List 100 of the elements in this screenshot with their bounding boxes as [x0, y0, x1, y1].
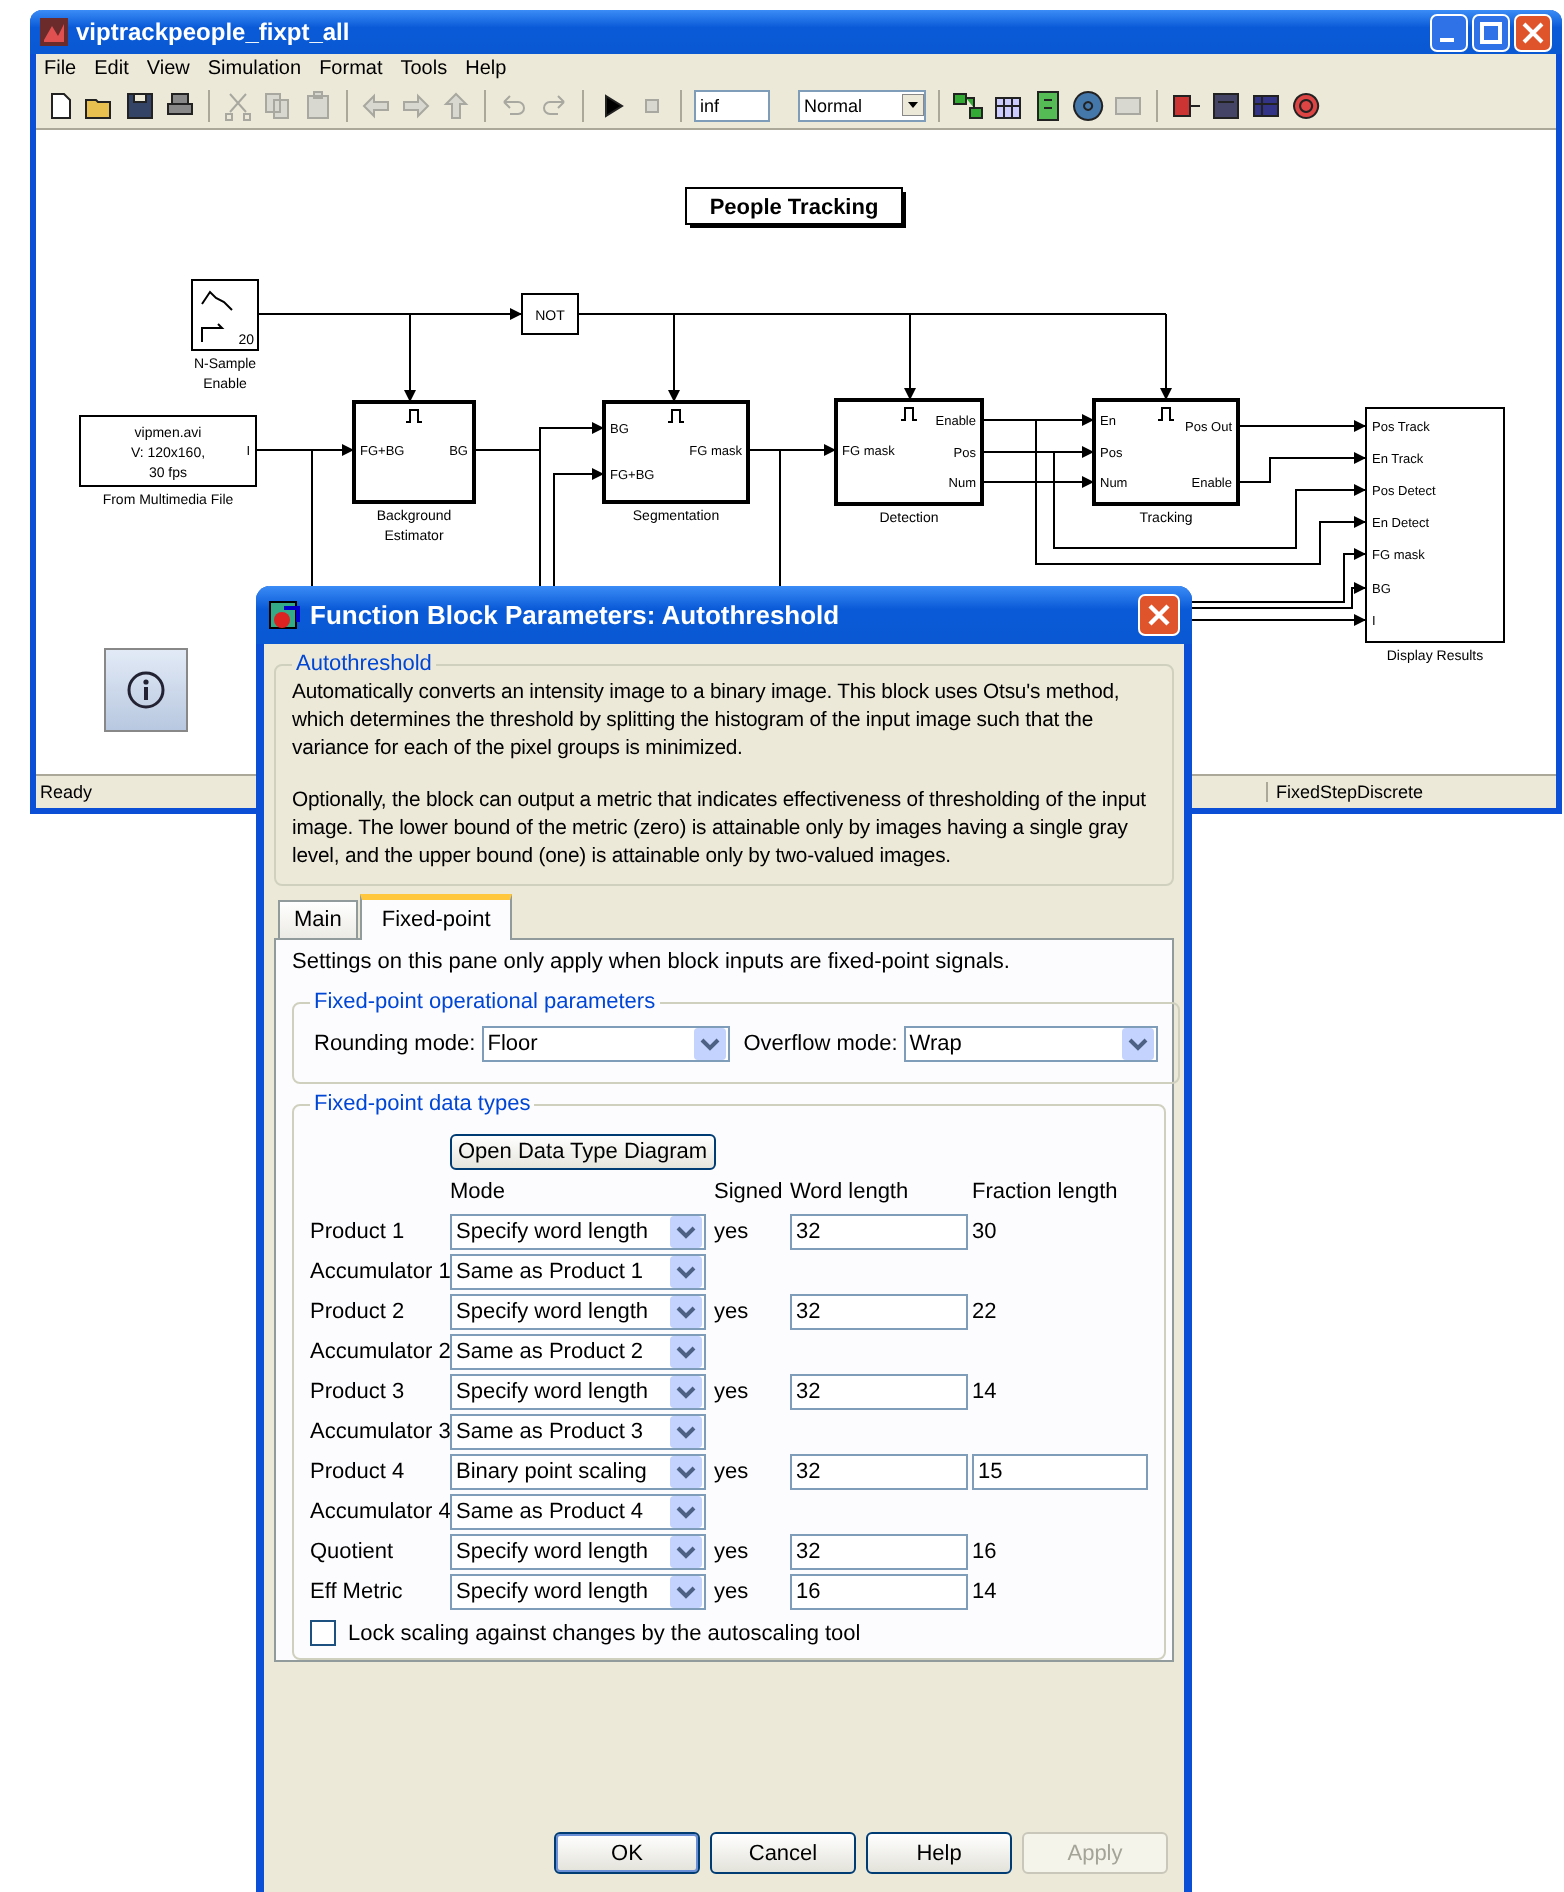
chevron-icon: [670, 1576, 702, 1608]
fraction-length-value: 30: [972, 1220, 999, 1244]
mode-dropdown[interactable]: Same as Product 1: [450, 1254, 706, 1290]
mode-dropdown[interactable]: Specify word length: [450, 1534, 706, 1570]
fraction-length-value: 22: [972, 1300, 999, 1324]
row-label: Accumulator 4: [310, 1500, 446, 1524]
menu-item[interactable]: Tools: [400, 57, 448, 80]
mode-dropdown[interactable]: Specify word length: [450, 1374, 706, 1410]
menu-item[interactable]: View: [146, 57, 190, 80]
chevron-icon: [670, 1376, 702, 1408]
row-label: Quotient: [310, 1540, 396, 1564]
stop-time-field[interactable]: inf: [694, 89, 770, 122]
simulation-mode-select[interactable]: Normal: [798, 89, 926, 122]
dropdown[interactable]: Floor: [481, 1026, 730, 1062]
word-length-field[interactable]: 16: [790, 1574, 968, 1610]
word-length-field[interactable]: 32: [790, 1534, 968, 1570]
info-icon: [126, 670, 166, 711]
row-label: Accumulator 3: [310, 1420, 446, 1444]
signed-value: yes: [714, 1460, 751, 1484]
window-title: viptrackpeople_fixpt_all: [76, 18, 352, 47]
chevron-icon: [670, 1336, 702, 1368]
tab[interactable]: Main: [278, 900, 358, 938]
checkbox-label: Lock scaling against changes by the autoscaling tool: [348, 1621, 861, 1645]
dialog-button[interactable]: Help: [866, 1832, 1012, 1874]
mode-dropdown[interactable]: Same as Product 3: [450, 1414, 706, 1450]
chevron-icon: [670, 1496, 702, 1528]
group-title: Fixed-point data types: [312, 1092, 533, 1116]
description-text: Automatically converts an intensity image to a binary image. This block uses Otsu's method, which determines the threshold by splitting the histogram of the input image such that the variance for each of the pixel groups is minimized.: [292, 680, 1122, 764]
row-label: Product 2: [310, 1300, 407, 1324]
mode-dropdown[interactable]: Specify word length: [450, 1214, 706, 1250]
diagram-block[interactable]: [79, 415, 257, 488]
table-icon[interactable]: [1250, 89, 1282, 122]
column-header: Signed: [714, 1180, 785, 1204]
dialog-button[interactable]: OK: [554, 1832, 700, 1874]
fraction-length-value: 16: [972, 1540, 999, 1564]
checkbox[interactable]: [310, 1620, 336, 1646]
dialog-button[interactable]: Cancel: [710, 1832, 856, 1874]
signed-value: yes: [714, 1540, 751, 1564]
mode-dropdown[interactable]: Specify word length: [450, 1574, 706, 1610]
chevron-icon: [1121, 1028, 1154, 1060]
status-text: Ready: [38, 782, 93, 803]
close-button[interactable]: [1514, 13, 1552, 52]
word-length-field[interactable]: 32: [790, 1454, 968, 1490]
chevron-icon: [670, 1536, 702, 1568]
diagram-block[interactable]: [521, 293, 579, 336]
field-label: Rounding mode:: [314, 1032, 476, 1056]
fraction-length-value: 14: [972, 1580, 999, 1604]
target-icon[interactable]: [1290, 89, 1322, 122]
menu-item[interactable]: Help: [465, 57, 507, 80]
signed-value: yes: [714, 1220, 751, 1244]
document-icon[interactable]: [1032, 89, 1064, 122]
block-arrow-icon[interactable]: [1170, 89, 1202, 122]
diagram-block[interactable]: [1092, 398, 1240, 507]
field-label: Overflow mode:: [743, 1032, 898, 1056]
mode-dropdown[interactable]: Binary point scaling: [450, 1454, 706, 1490]
panel-icon[interactable]: [1210, 89, 1242, 122]
close-button[interactable]: [1138, 594, 1180, 636]
menu-item[interactable]: Format: [319, 57, 383, 80]
word-length-field[interactable]: 32: [790, 1294, 968, 1330]
dropdown[interactable]: Wrap: [903, 1026, 1158, 1062]
mode-dropdown[interactable]: Same as Product 2: [450, 1334, 706, 1370]
app-icon: [40, 18, 68, 47]
chevron-icon: [670, 1296, 702, 1328]
fraction-length-value: 14: [972, 1380, 999, 1404]
diagram-button[interactable]: Open Data Type Diagram: [450, 1134, 716, 1170]
diagram-block[interactable]: [602, 400, 750, 505]
signed-value: yes: [714, 1300, 751, 1324]
diagram-block[interactable]: [352, 400, 476, 505]
dropdown-arrow-icon: [902, 94, 924, 117]
info-button[interactable]: [104, 648, 188, 733]
signed-value: yes: [714, 1380, 751, 1404]
diagram-block[interactable]: [834, 398, 984, 507]
menu-item[interactable]: File: [44, 57, 77, 80]
save-icon[interactable]: [124, 89, 156, 122]
pane-note: Settings on this pane only apply when block inputs are fixed-point signals.: [292, 950, 1012, 974]
fraction-length-field[interactable]: 15: [972, 1454, 1148, 1490]
chevron-icon: [693, 1028, 726, 1060]
diagram-block[interactable]: [191, 279, 259, 352]
column-header: Word length: [790, 1180, 911, 1204]
group-title: Fixed-point operational parameters: [312, 990, 658, 1014]
tab[interactable]: Fixed-point: [359, 894, 513, 940]
maximize-button[interactable]: [1472, 13, 1510, 52]
menu-item[interactable]: Edit: [94, 57, 129, 80]
mode-dropdown[interactable]: Same as Product 4: [450, 1494, 706, 1530]
signed-value: yes: [714, 1580, 751, 1604]
menu-item[interactable]: Simulation: [207, 57, 302, 80]
library-icon[interactable]: [952, 89, 984, 122]
column-header: Fraction length: [972, 1180, 1120, 1204]
diagram-block[interactable]: [1365, 407, 1505, 644]
chevron-icon: [670, 1216, 702, 1248]
word-length-field[interactable]: 32: [790, 1374, 968, 1410]
mode-dropdown[interactable]: Specify word length: [450, 1294, 706, 1330]
column-header: Mode: [450, 1180, 508, 1204]
minimize-button[interactable]: [1430, 13, 1468, 52]
solver-status: FixedStepDiscrete: [1266, 782, 1516, 803]
row-label: Product 1: [310, 1220, 407, 1244]
row-label: Accumulator 2: [310, 1340, 446, 1364]
row-label: Eff Metric: [310, 1580, 405, 1604]
word-length-field[interactable]: 32: [790, 1214, 968, 1250]
block-icon: [268, 599, 300, 631]
